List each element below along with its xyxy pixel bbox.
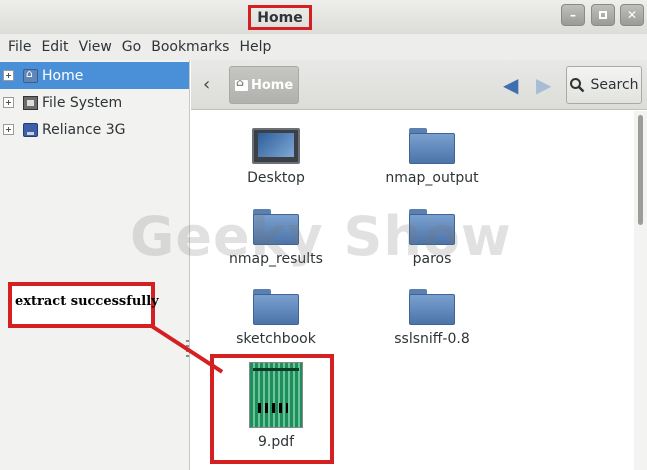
path-home-button[interactable]: Home — [229, 66, 299, 104]
file-item-sslsniff[interactable]: sslsniff-0.8 — [357, 283, 507, 347]
folder-icon — [253, 289, 299, 325]
sidebar-item-file-system[interactable]: File System — [0, 89, 189, 116]
path-back-chevron-icon[interactable]: ‹ — [203, 74, 210, 95]
menu-bar: File Edit View Go Bookmarks Help — [0, 34, 647, 60]
menu-go[interactable]: Go — [118, 39, 147, 55]
menu-edit[interactable]: Edit — [37, 39, 74, 55]
home-folder-icon — [23, 67, 38, 83]
network-drive-icon — [23, 122, 38, 137]
annotation-label: extract successfully — [8, 282, 159, 328]
back-arrow-icon[interactable]: ◀ — [503, 73, 518, 97]
window-title: Home — [248, 5, 312, 30]
path-home-label: Home — [251, 77, 294, 93]
file-name: sslsniff-0.8 — [394, 331, 470, 347]
minimize-button[interactable]: – — [561, 4, 585, 26]
sidebar-item-home[interactable]: Home — [0, 62, 189, 89]
file-name: nmap_output — [385, 170, 479, 186]
annotation-highlight-box — [210, 354, 334, 464]
menu-view[interactable]: View — [75, 39, 118, 55]
expander-icon[interactable] — [3, 70, 14, 81]
desktop-icon — [252, 128, 300, 164]
title-bar: Home – ✕ — [0, 0, 647, 34]
file-name: sketchbook — [236, 331, 316, 347]
vertical-scrollbar[interactable] — [634, 111, 647, 470]
sidebar-item-label: Home — [42, 67, 84, 84]
sidebar-item-label: Reliance 3G — [42, 121, 126, 138]
menu-bookmarks[interactable]: Bookmarks — [147, 39, 235, 55]
close-icon: ✕ — [626, 8, 638, 22]
maximize-icon — [599, 11, 607, 19]
toolbar: ‹ Home ◀ ▶ Search — [191, 60, 647, 110]
search-button[interactable]: Search — [566, 66, 642, 104]
maximize-button[interactable] — [591, 4, 615, 26]
folder-icon — [409, 128, 455, 164]
file-item-sketchbook[interactable]: sketchbook — [201, 283, 351, 347]
folder-icon — [409, 289, 455, 325]
file-system-icon — [23, 95, 38, 110]
file-name: Desktop — [247, 170, 305, 186]
menu-file[interactable]: File — [4, 39, 37, 55]
close-button[interactable]: ✕ — [620, 4, 644, 26]
search-icon — [570, 78, 585, 93]
home-icon — [235, 76, 248, 91]
expander-icon[interactable] — [3, 97, 14, 108]
forward-arrow-icon[interactable]: ▶ — [536, 73, 551, 97]
sidebar-item-reliance-3g[interactable]: Reliance 3G — [0, 116, 189, 143]
scrollbar-thumb[interactable] — [638, 115, 643, 225]
expander-icon[interactable] — [3, 124, 14, 135]
file-item-desktop[interactable]: Desktop — [201, 122, 351, 186]
search-label: Search — [590, 77, 639, 93]
minimize-icon: – — [570, 8, 576, 22]
sidebar-item-label: File System — [42, 94, 123, 111]
file-item-nmap-output[interactable]: nmap_output — [357, 122, 507, 186]
watermark: Geeky Show — [130, 205, 512, 268]
menu-help[interactable]: Help — [235, 39, 277, 55]
